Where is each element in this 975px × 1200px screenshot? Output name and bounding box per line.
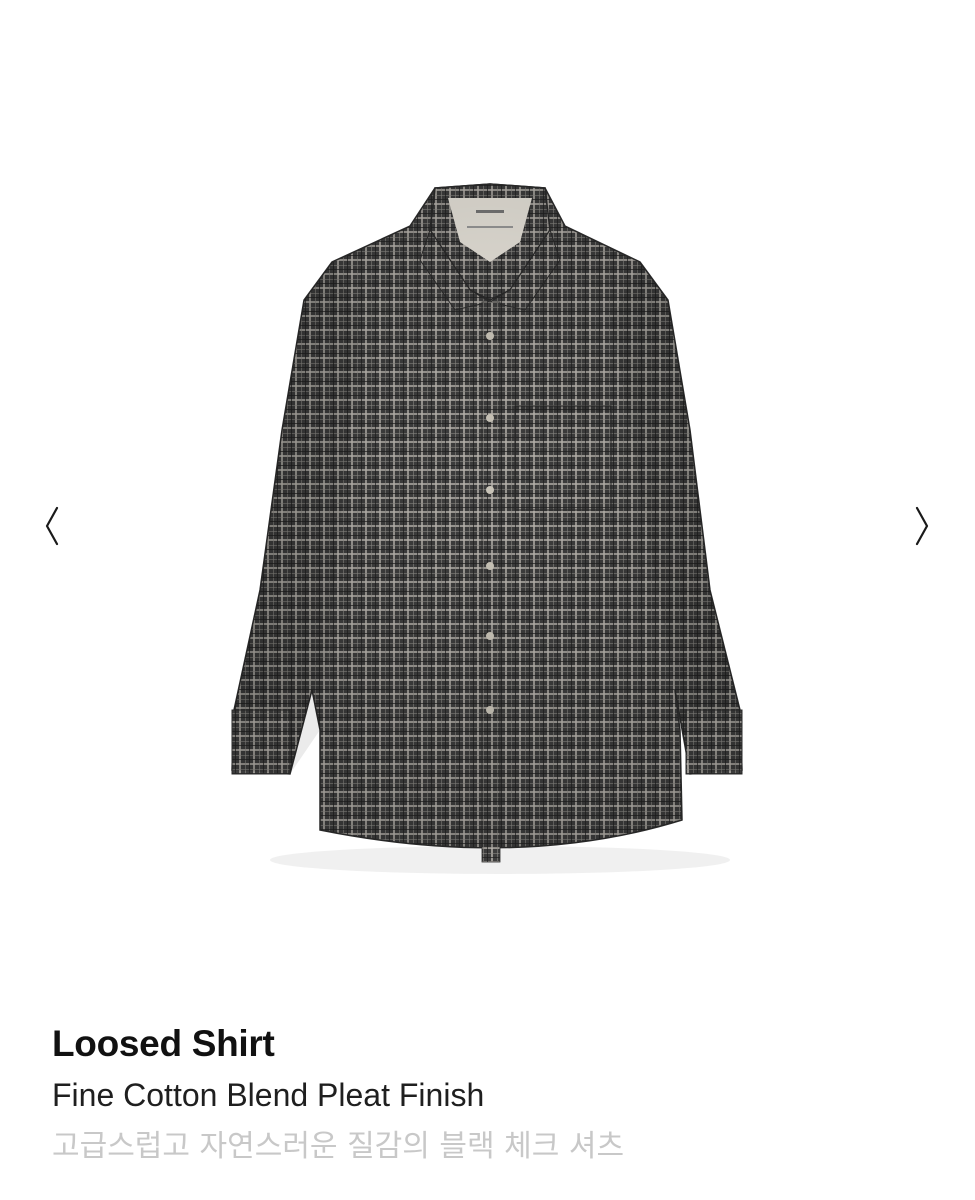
product-subtitle: Fine Cotton Blend Pleat Finish	[52, 1077, 485, 1113]
product-gallery	[0, 0, 975, 1000]
product-image	[231, 183, 743, 874]
product-description: 고급스럽고 자연스러운 질감의 블랙 체크 셔츠	[52, 1129, 625, 1164]
product-info: Loosed Shirt Fine Cotton Blend Pleat Fin…	[52, 1020, 932, 1168]
chevron-right-icon	[915, 506, 929, 546]
chevron-left-icon	[45, 506, 59, 546]
product-title: Loosed Shirt	[52, 1023, 275, 1064]
prev-image-button[interactable]	[32, 500, 72, 552]
next-image-button[interactable]	[902, 500, 942, 552]
